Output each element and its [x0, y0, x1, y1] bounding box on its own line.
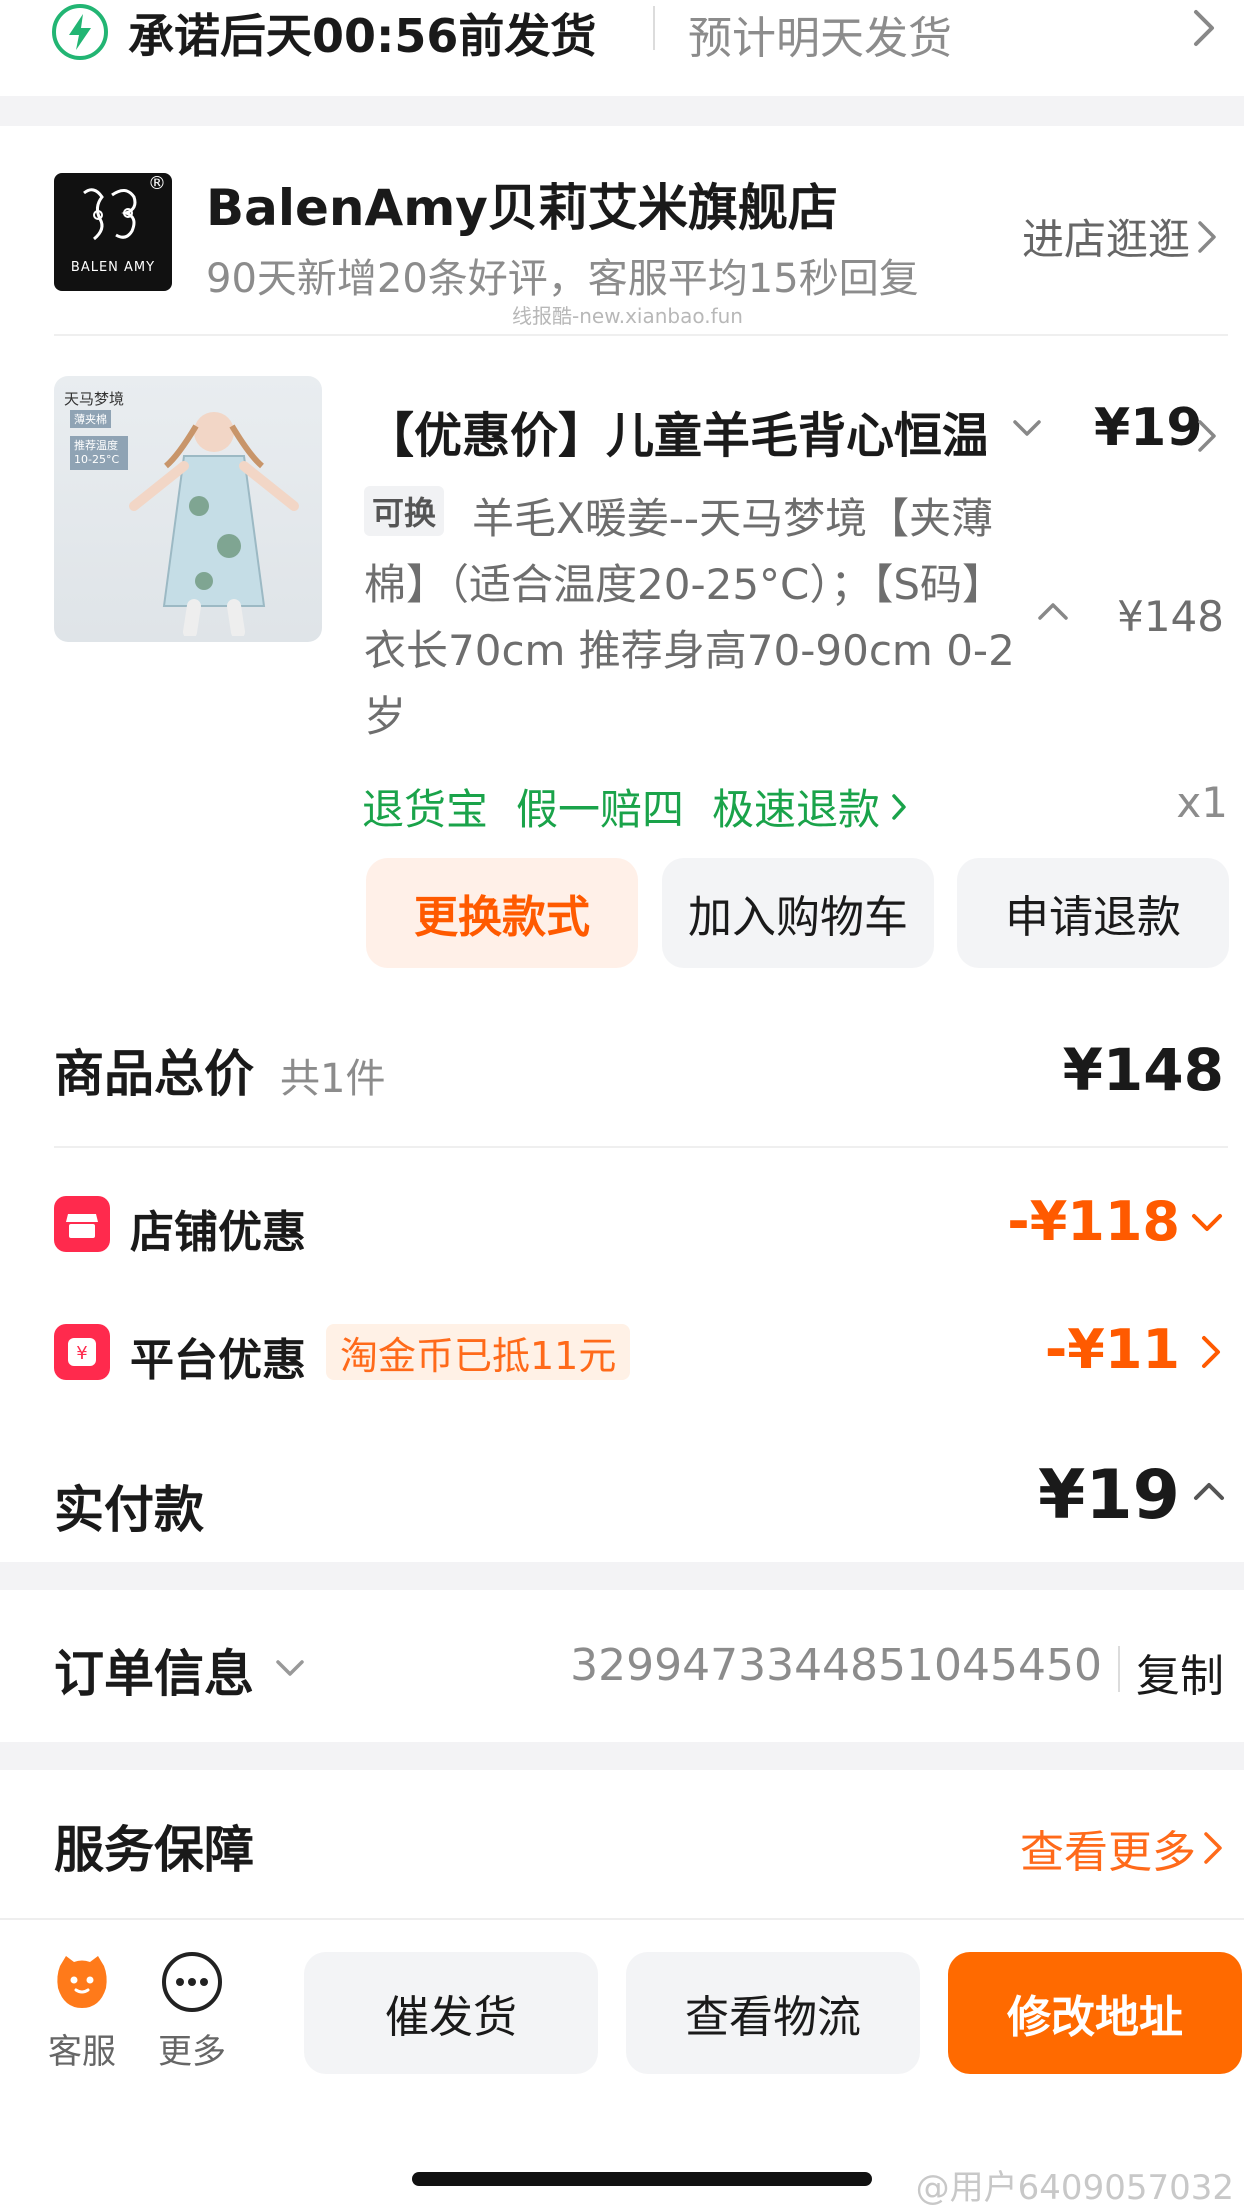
product-spec: 羊毛X暖姜--天马梦境【夹薄棉】（适合温度20-25°C）；【S码】衣长70cm… — [364, 494, 1015, 741]
guarantee-return: 退货宝 — [362, 785, 489, 834]
section-gap — [0, 1562, 1244, 1590]
divider — [0, 1918, 1244, 1920]
store-discount-label: 店铺优惠 — [130, 1207, 306, 1258]
guarantee-fake: 假一赔四 — [516, 785, 685, 834]
service-tab-label: 客服 — [48, 2032, 116, 2072]
product-image[interactable]: 天马梦境 薄夹棉 推荐温度 10-25°C — [54, 376, 322, 642]
order-info-label[interactable]: 订单信息 — [54, 1634, 254, 1706]
original-price: ¥148 — [1117, 592, 1224, 641]
shipping-strip[interactable]: 承诺后天00:56前发货 预计明天发货 — [0, 0, 1244, 96]
store-discount-value: -¥118 — [1007, 1190, 1180, 1253]
more-dots-icon — [160, 1950, 224, 2014]
registered-mark: ® — [148, 173, 166, 194]
order-number: 3299473344851045450 — [570, 1640, 1102, 1691]
modify-address-button[interactable]: 修改地址 — [948, 1952, 1242, 2074]
total-label: 商品总价 — [54, 1045, 254, 1103]
enter-store-label: 进店逛逛 — [1021, 215, 1190, 264]
chevron-right-icon[interactable] — [1196, 418, 1218, 454]
svg-text:¥: ¥ — [76, 1343, 87, 1364]
divider — [54, 1146, 1228, 1148]
lightning-icon — [52, 4, 108, 60]
platform-discount-label: 平台优惠 — [130, 1335, 306, 1386]
chevron-down-icon[interactable] — [1190, 1212, 1224, 1234]
platform-discount-icon: ¥ — [54, 1324, 110, 1380]
coin-tag: 淘金币已抵11元 — [326, 1324, 631, 1380]
item-count: 共1件 — [280, 1056, 386, 1102]
view-more-label: 查看更多 — [1020, 1827, 1196, 1878]
guarantee-fast-refund: 极速退款 — [712, 785, 881, 834]
chevron-right-icon — [1202, 1830, 1224, 1866]
chevron-down-icon[interactable] — [1012, 418, 1042, 438]
store-logo[interactable]: ® BALEN AMY — [54, 173, 172, 291]
add-cart-button[interactable]: 加入购物车 — [662, 858, 934, 968]
view-logistics-button[interactable]: 查看物流 — [626, 1952, 920, 2074]
swap-tag: 可换 — [364, 486, 445, 536]
child-sleepsack-icon — [129, 412, 299, 636]
section-gap — [0, 1742, 1244, 1770]
paid-value: ¥19 — [1038, 1456, 1180, 1535]
chevron-right-icon[interactable] — [1200, 1334, 1222, 1370]
chevron-up-icon[interactable] — [1192, 1480, 1226, 1502]
chevron-right-icon — [890, 792, 908, 822]
service-face-icon — [50, 1950, 114, 2014]
customer-service-tab[interactable]: 客服 — [42, 1950, 122, 2073]
store-name[interactable]: BalenAmy贝莉艾米旗舰店 — [206, 168, 838, 240]
product-price: ¥19 — [1094, 398, 1203, 458]
store-subtitle: 90天新增20条好评，客服平均15秒回复 — [206, 256, 919, 302]
image-badge: 薄夹棉 — [70, 410, 111, 428]
refund-button[interactable]: 申请退款 — [957, 858, 1229, 968]
store-discount-icon — [54, 1196, 110, 1252]
change-style-button[interactable]: 更换款式 — [366, 858, 638, 968]
weibo-watermark: @用户6409057032 — [915, 2168, 1234, 2208]
more-tab[interactable]: 更多 — [152, 1950, 232, 2073]
enter-store-link[interactable]: 进店逛逛 — [1022, 206, 1218, 267]
product-title[interactable]: 【优惠价】儿童羊毛背心恒温 — [366, 396, 986, 466]
ship-estimate: 预计明天发货 — [688, 13, 952, 64]
platform-discount-value: -¥11 — [1044, 1318, 1180, 1381]
view-more-link[interactable]: 查看更多 — [1020, 1816, 1224, 1880]
service-label: 服务保障 — [54, 1821, 254, 1879]
chevron-down-icon[interactable] — [274, 1658, 306, 1678]
divider — [1118, 1646, 1120, 1692]
chevron-up-icon[interactable] — [1036, 600, 1070, 622]
divider — [54, 334, 1228, 336]
ship-promise: 承诺后天00:56前发货 — [128, 9, 597, 63]
copy-button[interactable]: 复制 — [1136, 1640, 1224, 1704]
total-value: ¥148 — [1062, 1036, 1224, 1104]
logo-wordmark: BALEN AMY — [70, 260, 156, 275]
divider — [653, 6, 655, 50]
section-gap — [0, 96, 1244, 126]
more-tab-label: 更多 — [158, 2032, 226, 2072]
urge-shipping-button[interactable]: 催发货 — [304, 1952, 598, 2074]
quantity: x1 — [1176, 778, 1228, 827]
chevron-right-icon — [1196, 219, 1218, 255]
guarantee-row[interactable]: 退货宝 假一赔四 极速退款 — [362, 776, 908, 837]
paid-label: 实付款 — [54, 1481, 204, 1539]
chevron-right-icon — [1192, 8, 1216, 48]
home-indicator[interactable] — [412, 2172, 872, 2186]
watermark: 线报酷-new.xianbao.fun — [512, 304, 743, 328]
